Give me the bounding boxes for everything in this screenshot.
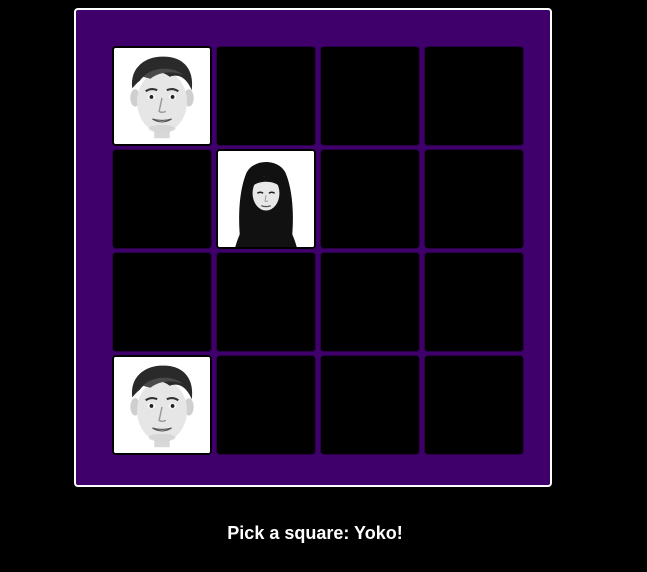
grid-tile-r1-c4[interactable] — [424, 46, 524, 146]
grid-tile-r3-c4[interactable] — [424, 252, 524, 352]
grid-tile-r2-c2[interactable] — [216, 149, 316, 249]
grid-tile-r1-c3[interactable] — [320, 46, 420, 146]
grid-tile-r3-c2[interactable] — [216, 252, 316, 352]
tile-grid — [112, 46, 524, 456]
grid-tile-r2-c3[interactable] — [320, 149, 420, 249]
status-message: Pick a square: Yoko! — [227, 523, 403, 543]
yoko-portrait-image — [218, 151, 314, 247]
paul-portrait-image — [114, 357, 210, 453]
grid-tile-r3-c1[interactable] — [112, 252, 212, 352]
game-board — [74, 8, 552, 487]
grid-tile-r1-c1[interactable] — [112, 46, 212, 146]
grid-tile-r2-c1[interactable] — [112, 149, 212, 249]
paul-portrait-image — [114, 48, 210, 144]
grid-tile-r2-c4[interactable] — [424, 149, 524, 249]
grid-tile-r1-c2[interactable] — [216, 46, 316, 146]
grid-tile-r4-c1[interactable] — [112, 355, 212, 455]
grid-tile-r4-c3[interactable] — [320, 355, 420, 455]
grid-tile-r4-c4[interactable] — [424, 355, 524, 455]
grid-tile-r4-c2[interactable] — [216, 355, 316, 455]
grid-tile-r3-c3[interactable] — [320, 252, 420, 352]
